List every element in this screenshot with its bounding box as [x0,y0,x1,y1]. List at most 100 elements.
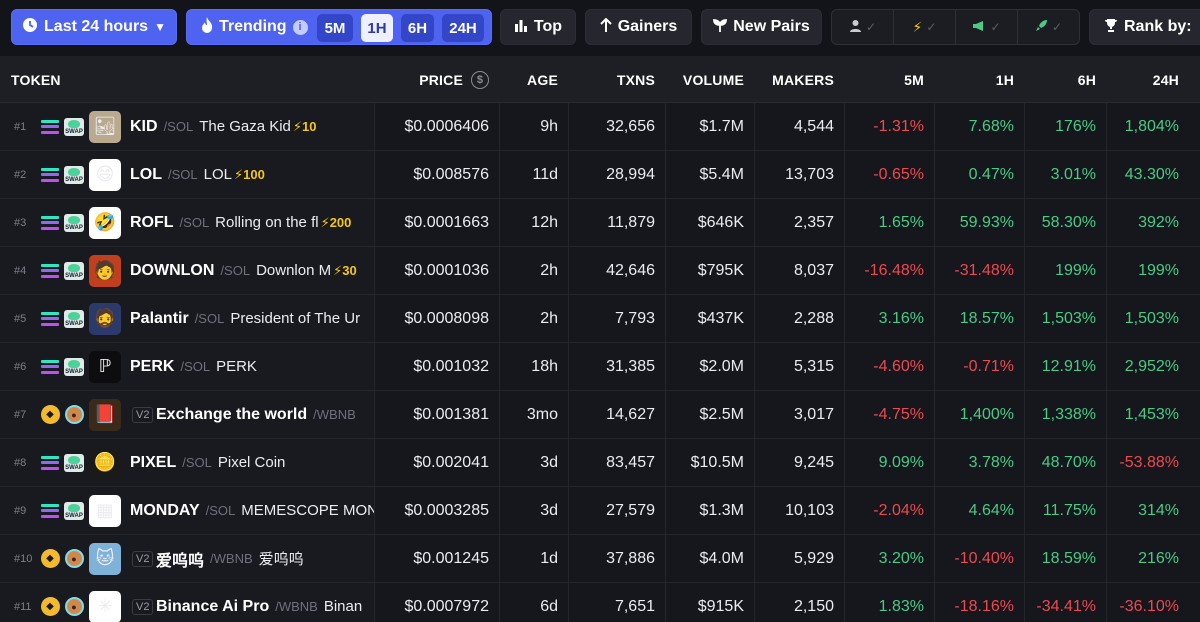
filter-ads-toggle[interactable]: ✓ [956,10,1018,44]
swap-dex-icon: SWAP [64,213,84,233]
token-cell[interactable]: #3 SWAP 🤣 ROFL/SOL Rolling on the fl ⚡200 [0,199,374,246]
token-cell[interactable]: #11 ◆ ● ✳ V2 Binance Ai Pro/WBNB Binan [0,583,374,622]
solana-chain-icon [40,261,60,281]
age-cell: 3d [499,439,558,486]
table-row[interactable]: #2 SWAP 😄 LOL/SOL LOL ⚡100 $0.008576 11d 28,994 $… [0,151,1200,199]
table-row[interactable]: #11 ◆ ● ✳ V2 Binance Ai Pro/WBNB Binan $0.00079… [0,583,1200,622]
filter-toggle-group: ✓ ⚡ ✓ ✓ ✓ [831,9,1080,45]
col-6h[interactable]: 6H [1024,56,1096,103]
gainers-button[interactable]: Gainers [585,9,692,45]
rank-label: #7 [14,408,27,421]
token-cell[interactable]: #6 SWAP ℙ PERK/SOL PERK [0,343,374,390]
price-cell: $0.0006406 [374,103,489,150]
token-cell[interactable]: #10 ◆ ● 🐱 V2 爱呜呜/WBNB 爱呜呜 [0,535,374,582]
token-avatar: 🧔 [89,302,121,335]
col-price[interactable]: PRICE $ [374,56,489,103]
txns-cell: 14,627 [568,391,655,438]
rank-by-dropdown[interactable]: Rank by: [1089,9,1200,45]
rocket-icon [1035,19,1048,35]
table-row[interactable]: #1 SWAP 🏜 KID/SOL The Gaza Kid ⚡10 $0.0006406 9… [0,103,1200,151]
new-pairs-button[interactable]: New Pairs [701,9,822,45]
change-5m-cell: -4.75% [844,391,924,438]
price-cell: $0.002041 [374,439,489,486]
token-symbol: ROFL [130,213,174,231]
token-cell[interactable]: #8 SWAP 🪙 PIXEL/SOL Pixel Coin [0,439,374,486]
token-name: MEMESCOPE MON [241,502,374,519]
table-header: TOKEN PRICE $ AGE TXNS VOLUME MAKERS 5M … [0,56,1200,103]
timeframe-dropdown[interactable]: Last 24 hours ▼ [11,9,177,45]
trending-button[interactable]: Trending i 5M 1H 6H 24H [186,9,492,45]
table-row[interactable]: #9 SWAP ▦ MONDAY/SOL MEMESCOPE MON $0.0003285… [0,487,1200,535]
txns-cell: 31,385 [568,343,655,390]
token-cell[interactable]: #2 SWAP 😄 LOL/SOL LOL ⚡100 [0,151,374,198]
info-icon[interactable]: i [292,19,308,35]
price-cell: $0.008576 [374,151,489,198]
change-1h-cell: -18.16% [934,583,1014,622]
col-volume[interactable]: VOLUME [665,56,744,103]
token-cell[interactable]: #5 SWAP 🧔 Palantir/SOL President of The Ur [0,295,374,342]
token-cell[interactable]: #9 SWAP ▦ MONDAY/SOL MEMESCOPE MON [0,487,374,534]
token-text: LOL/SOL LOL ⚡100 [130,151,374,198]
clock-icon [22,17,38,37]
change-1h-cell: 59.93% [934,199,1014,246]
table-row[interactable]: #3 SWAP 🤣 ROFL/SOL Rolling on the fl ⚡200 $0.0… [0,199,1200,247]
table-row[interactable]: #8 SWAP 🪙 PIXEL/SOL Pixel Coin $0.002041 3d 83,… [0,439,1200,487]
table-row[interactable]: #10 ◆ ● 🐱 V2 爱呜呜/WBNB 爱呜呜 $0.001245 1d 37,886 $4.0… [0,535,1200,583]
token-avatar: 📕 [89,398,121,431]
token-text: PERK/SOL PERK [130,343,374,390]
change-6h-cell: 18.59% [1024,535,1096,582]
change-5m-cell: -2.04% [844,487,924,534]
col-txns[interactable]: TXNS [568,56,655,103]
col-5m[interactable]: 5M [844,56,924,103]
change-24h-cell: 43.30% [1106,151,1179,198]
flame-icon [201,17,213,37]
trend-tf-24h[interactable]: 24H [442,14,484,42]
change-24h-cell: 1,503% [1106,295,1179,342]
change-5m-cell: -4.60% [844,343,924,390]
rank-label: #1 [14,120,27,133]
token-cell[interactable]: #1 SWAP 🏜 KID/SOL The Gaza Kid ⚡10 [0,103,374,150]
age-cell: 9h [499,103,558,150]
col-token[interactable]: TOKEN [11,56,61,103]
table-row[interactable]: #7 ◆ ● 📕 V2 Exchange the world/WBNB $0.001381 3… [0,391,1200,439]
rank-label: #9 [14,504,27,517]
table-row[interactable]: #6 SWAP ℙ PERK/SOL PERK $0.001032 18h 31,385 $2.… [0,343,1200,391]
filter-launchpad-toggle[interactable]: ✓ [1018,10,1079,44]
rank-label: #5 [14,312,27,325]
token-text: KID/SOL The Gaza Kid ⚡10 [130,103,374,150]
col-makers[interactable]: MAKERS [754,56,834,103]
table-row[interactable]: #5 SWAP 🧔 Palantir/SOL President of The Ur $0… [0,295,1200,343]
token-symbol: Exchange the world [156,405,308,423]
token-text: Binance Ai Pro/WBNB Binan [156,583,374,622]
change-24h-cell: 2,952% [1106,343,1179,390]
token-name: The Gaza Kid [199,118,291,135]
col-24h[interactable]: 24H [1106,56,1179,103]
quote-token: /SOL [168,167,198,182]
rank-by-label: Rank by: [1124,18,1192,35]
version-badge: V2 [132,598,154,615]
token-cell[interactable]: #4 SWAP 🧑 DOWNLON/SOL Downlon M ⚡30 [0,247,374,294]
table-row[interactable]: #4 SWAP 🧑 DOWNLON/SOL Downlon M ⚡30 $0.0001036… [0,247,1200,295]
token-cell[interactable]: #7 ◆ ● 📕 V2 Exchange the world/WBNB [0,391,374,438]
top-button[interactable]: Top [500,9,576,45]
quote-token: /WBNB [275,599,318,614]
solana-chain-icon [40,213,60,233]
change-1h-cell: -10.40% [934,535,1014,582]
trend-tf-1h[interactable]: 1H [361,14,393,42]
trend-tf-6h[interactable]: 6H [401,14,434,42]
token-name: PERK [216,358,257,375]
col-age[interactable]: AGE [499,56,558,103]
trend-tf-5m[interactable]: 5M [317,14,353,42]
change-24h-cell: 1,804% [1106,103,1179,150]
txns-cell: 11,879 [568,199,655,246]
filter-boosted-toggle[interactable]: ⚡ ✓ [894,10,956,44]
dollar-icon[interactable]: $ [471,70,489,89]
filter-profile-toggle[interactable]: ✓ [832,10,894,44]
swap-dex-icon: SWAP [64,117,84,137]
col-1h[interactable]: 1H [934,56,1014,103]
change-24h-cell: 314% [1106,487,1179,534]
megaphone-icon [972,19,986,35]
age-cell: 18h [499,343,558,390]
change-5m-cell: -0.65% [844,151,924,198]
change-6h-cell: 58.30% [1024,199,1096,246]
